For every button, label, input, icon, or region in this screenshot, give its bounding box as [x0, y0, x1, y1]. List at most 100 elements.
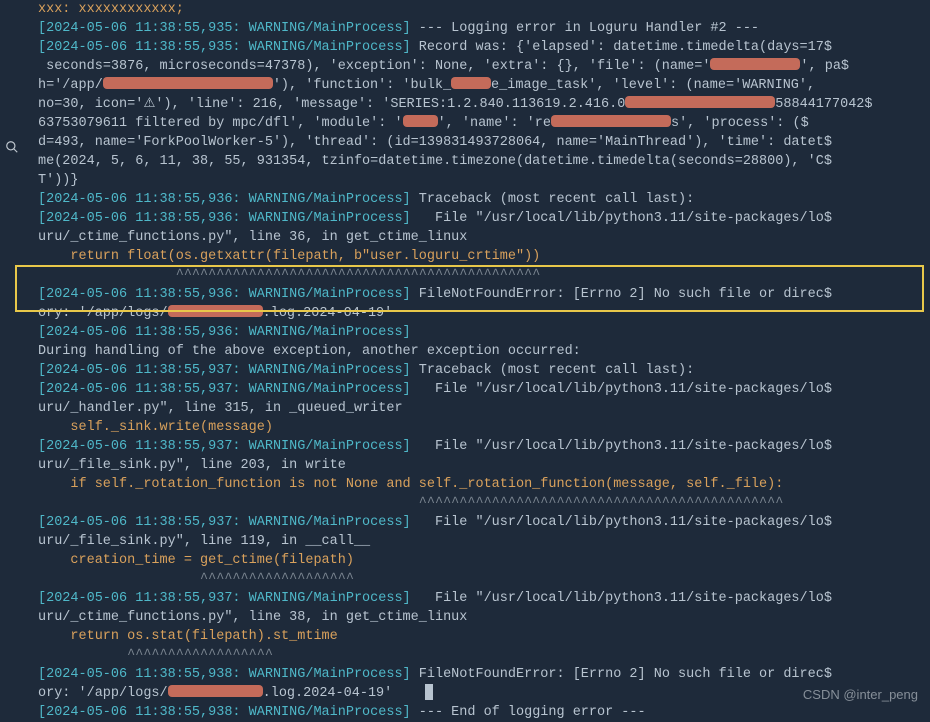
log-text: ', pa$ [800, 59, 849, 74]
log-line: me(2024, 5, 6, 11, 38, 55, 931354, tzinf… [38, 152, 922, 171]
log-code: return float(os.getxattr(filepath, b"use… [38, 249, 540, 264]
log-code: return os.stat(filepath).st_mtime [38, 629, 338, 644]
log-prefix: [2024-05-06 11:38:55,937: WARNING/MainPr… [38, 515, 411, 530]
log-prefix: [2024-05-06 11:38:55,937: WARNING/MainPr… [38, 591, 411, 606]
log-text: FileNotFoundError: [Errno 2] No such fil… [411, 287, 832, 302]
log-text: .log.2024-04-19' [263, 306, 393, 321]
log-line: [2024-05-06 11:38:55,935: WARNING/MainPr… [38, 38, 922, 57]
log-line: uru/_ctime_functions.py", line 36, in ge… [38, 228, 922, 247]
log-line: xxx: xxxxxxxxxxxx; [38, 0, 922, 19]
log-text: FileNotFoundError: [Errno 2] No such fil… [411, 667, 832, 682]
log-line: seconds=3876, microseconds=47378), 'exce… [38, 57, 922, 76]
log-line: [2024-05-06 11:38:55,936: WARNING/MainPr… [38, 209, 922, 228]
log-text: ', 'name': 're [438, 116, 551, 131]
terminal-output[interactable]: xxx: xxxxxxxxxxxx; [2024-05-06 11:38:55,9… [24, 0, 930, 716]
log-text: ory: '/app/logs/ [38, 306, 168, 321]
log-text: d=493, name='ForkPoolWorker-5'), 'thread… [38, 135, 832, 150]
left-sidebar [0, 0, 24, 716]
log-prefix: [2024-05-06 11:38:55,936: WARNING/MainPr… [38, 287, 411, 302]
log-line: uru/_handler.py", line 315, in _queued_w… [38, 399, 922, 418]
log-line: ory: '/app/logs/ .log.2024-04-19' [38, 304, 922, 323]
log-text: 58844177042$ [775, 97, 872, 112]
log-text: File "/usr/local/lib/python3.11/site-pac… [411, 439, 832, 454]
log-text: uru/_file_sink.py", line 203, in write [38, 458, 346, 473]
redaction-mark [168, 305, 263, 317]
log-prefix: [2024-05-06 11:38:55,935: WARNING/MainPr… [38, 21, 411, 36]
log-text: uru/_handler.py", line 315, in _queued_w… [38, 401, 403, 416]
log-text: seconds=3876, microseconds=47378), 'exce… [38, 59, 710, 74]
log-text: File "/usr/local/lib/python3.11/site-pac… [411, 382, 832, 397]
log-line: [2024-05-06 11:38:55,937: WARNING/MainPr… [38, 380, 922, 399]
log-line: uru/_file_sink.py", line 203, in write [38, 456, 922, 475]
log-line: [2024-05-06 11:38:55,937: WARNING/MainPr… [38, 361, 922, 380]
log-caret: ^^^^^^^^^^^^^^^^^^^^^^^^^^^^^^^^^^^^^^^^… [38, 268, 540, 283]
log-prefix: [2024-05-06 11:38:55,935: WARNING/MainPr… [38, 40, 411, 55]
log-line: T'))} [38, 171, 922, 190]
redaction-mark [451, 77, 491, 89]
log-prefix: [2024-05-06 11:38:55,937: WARNING/MainPr… [38, 439, 411, 454]
terminal-cursor [425, 684, 433, 700]
log-prefix: [2024-05-06 11:38:55,937: WARNING/MainPr… [38, 363, 411, 378]
log-line: 63753079611 filtered by mpc/dfl', 'modul… [38, 114, 922, 133]
log-text: File "/usr/local/lib/python3.11/site-pac… [411, 211, 832, 226]
log-caret: ^^^^^^^^^^^^^^^^^^^^^^^^^^^^^^^^^^^^^^^^… [38, 496, 783, 511]
log-code: self._sink.write(message) [38, 420, 273, 435]
log-prefix: [2024-05-06 11:38:55,936: WARNING/MainPr… [38, 325, 411, 340]
log-line: h='/app/'), 'function': 'bulk_e_image_ta… [38, 76, 922, 95]
log-caret: ^^^^^^^^^^^^^^^^^^ [38, 648, 273, 663]
log-line: During handling of the above exception, … [38, 342, 922, 361]
log-line: [2024-05-06 11:38:55,936: WARNING/MainPr… [38, 285, 922, 304]
watermark-text: CSDN @inter_peng [803, 687, 918, 702]
log-line: [2024-05-06 11:38:55,936: WARNING/MainPr… [38, 190, 922, 209]
search-icon[interactable] [5, 140, 19, 159]
log-text: .log.2024-04-19' [263, 686, 425, 701]
log-text: h='/app/ [38, 78, 103, 93]
log-line: [2024-05-06 11:38:55,936: WARNING/MainPr… [38, 323, 922, 342]
redaction-mark [551, 115, 671, 127]
redaction-mark [710, 58, 800, 70]
log-prefix: [2024-05-06 11:38:55,937: WARNING/MainPr… [38, 382, 411, 397]
log-text: File "/usr/local/lib/python3.11/site-pac… [411, 515, 832, 530]
log-line: uru/_file_sink.py", line 119, in __call_… [38, 532, 922, 551]
log-line: [2024-05-06 11:38:55,935: WARNING/MainPr… [38, 19, 922, 38]
log-line: return os.stat(filepath).st_mtime [38, 627, 922, 646]
log-line: no=30, icon='⚠'), 'line': 216, 'message'… [38, 95, 922, 114]
log-code: if self._rotation_function is not None a… [38, 477, 783, 492]
log-prefix: [2024-05-06 11:38:55,938: WARNING/MainPr… [38, 705, 411, 720]
log-text: uru/_file_sink.py", line 119, in __call_… [38, 534, 370, 549]
log-line: [2024-05-06 11:38:55,937: WARNING/MainPr… [38, 589, 922, 608]
log-code: xxx: xxxxxxxxxxxx; [38, 2, 184, 17]
log-line: self._sink.write(message) [38, 418, 922, 437]
log-line: ^^^^^^^^^^^^^^^^^^ [38, 646, 922, 665]
log-text: File "/usr/local/lib/python3.11/site-pac… [411, 591, 832, 606]
log-line: [2024-05-06 11:38:55,938: WARNING/MainPr… [38, 703, 922, 722]
log-caret: ^^^^^^^^^^^^^^^^^^^ [38, 572, 354, 587]
log-line: [2024-05-06 11:38:55,937: WARNING/MainPr… [38, 437, 922, 456]
log-text: e_image_task', 'level': (name='WARNING', [491, 78, 815, 93]
log-text: no=30, icon='⚠'), 'line': 216, 'message'… [38, 97, 625, 112]
log-line: creation_time = get_ctime(filepath) [38, 551, 922, 570]
log-text: T'))} [38, 173, 79, 188]
log-text: uru/_ctime_functions.py", line 38, in ge… [38, 610, 467, 625]
log-text: During handling of the above exception, … [38, 344, 581, 359]
log-text: Traceback (most recent call last): [411, 363, 695, 378]
log-text: --- Logging error in Loguru Handler #2 -… [411, 21, 759, 36]
log-line: if self._rotation_function is not None a… [38, 475, 922, 494]
redaction-mark [625, 96, 775, 108]
log-line: d=493, name='ForkPoolWorker-5'), 'thread… [38, 133, 922, 152]
log-text: --- End of logging error --- [411, 705, 646, 720]
log-text: ory: '/app/logs/ [38, 686, 168, 701]
log-prefix: [2024-05-06 11:38:55,936: WARNING/MainPr… [38, 211, 411, 226]
log-prefix: [2024-05-06 11:38:55,936: WARNING/MainPr… [38, 192, 411, 207]
log-line: uru/_ctime_functions.py", line 38, in ge… [38, 608, 922, 627]
log-prefix: [2024-05-06 11:38:55,938: WARNING/MainPr… [38, 667, 411, 682]
log-code: creation_time = get_ctime(filepath) [38, 553, 354, 568]
log-line: ^^^^^^^^^^^^^^^^^^^ [38, 570, 922, 589]
log-text: 63753079611 filtered by mpc/dfl', 'modul… [38, 116, 403, 131]
log-line: [2024-05-06 11:38:55,938: WARNING/MainPr… [38, 665, 922, 684]
redaction-mark [168, 685, 263, 697]
log-line: ^^^^^^^^^^^^^^^^^^^^^^^^^^^^^^^^^^^^^^^^… [38, 494, 922, 513]
redaction-mark [403, 115, 438, 127]
log-text: Record was: {'elapsed': datetime.timedel… [411, 40, 832, 55]
log-text: Traceback (most recent call last): [411, 192, 695, 207]
